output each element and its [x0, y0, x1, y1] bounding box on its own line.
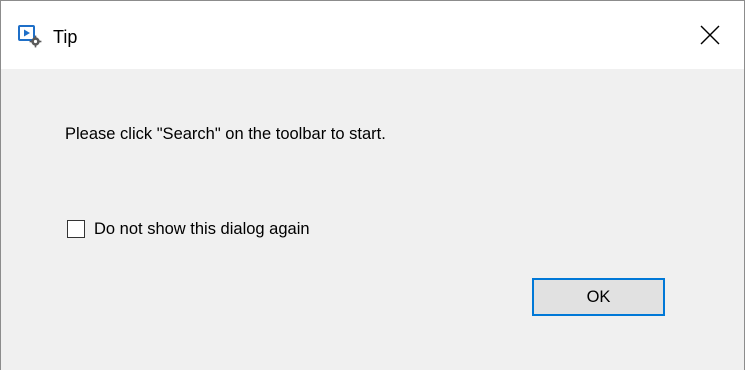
tip-dialog: Tip Please click "Search" on the toolbar…: [0, 0, 745, 370]
close-button[interactable]: [676, 1, 744, 69]
dont-show-again-checkbox[interactable]: [67, 220, 85, 238]
dialog-title: Tip: [53, 27, 78, 47]
dont-show-again-option[interactable]: Do not show this dialog again: [67, 218, 310, 240]
title-bar[interactable]: Tip: [1, 1, 744, 69]
ok-button[interactable]: OK: [532, 278, 665, 316]
tip-message: Please click "Search" on the toolbar to …: [65, 125, 386, 143]
close-icon: [700, 25, 720, 45]
dont-show-again-label[interactable]: Do not show this dialog again: [94, 219, 310, 239]
media-player-gear-icon: [18, 24, 42, 48]
